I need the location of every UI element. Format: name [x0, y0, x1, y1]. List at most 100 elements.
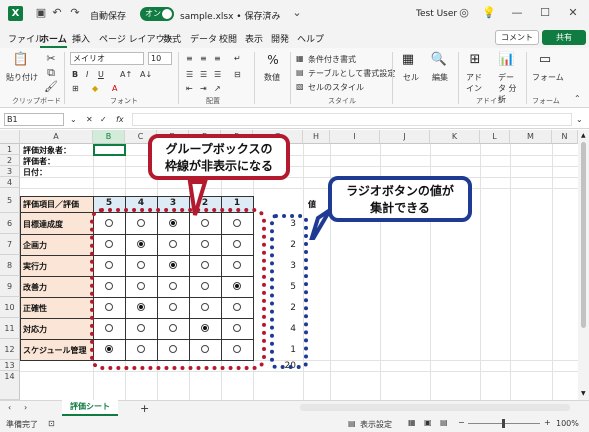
chevron-down-icon[interactable]: ⌄: [290, 6, 304, 20]
row-header-5[interactable]: 5: [0, 188, 20, 213]
bold-icon[interactable]: B: [72, 70, 78, 79]
enter-icon[interactable]: ✓: [100, 115, 107, 124]
cancel-icon[interactable]: ✕: [86, 115, 93, 124]
form-button[interactable]: フォーム: [532, 72, 564, 83]
scroll-thumb[interactable]: [581, 142, 586, 328]
tab-next-icon[interactable]: ›: [24, 403, 27, 412]
align-center-icon[interactable]: ☰: [200, 70, 207, 79]
align-left-icon[interactable]: ☰: [186, 70, 193, 79]
name-box[interactable]: B1: [4, 113, 64, 126]
user-name[interactable]: Test User: [416, 9, 457, 19]
menu-developer[interactable]: 開発: [271, 32, 289, 45]
accessibility-icon[interactable]: ⊡: [48, 419, 55, 428]
name-box-chevron-icon[interactable]: ⌄: [70, 115, 77, 124]
fx-icon[interactable]: fx: [116, 115, 124, 124]
row-header-10[interactable]: 10: [0, 297, 20, 318]
selected-cell-b1[interactable]: [93, 144, 126, 156]
scroll-up-icon[interactable]: ▲: [581, 132, 586, 139]
table-format-button[interactable]: テーブルとして書式設定: [308, 68, 395, 79]
document-title[interactable]: sample.xlsx • 保存済み: [180, 9, 280, 22]
align-top-icon[interactable]: ≡: [186, 54, 193, 63]
col-header-M[interactable]: M: [510, 130, 552, 144]
font-size-select[interactable]: 10: [148, 52, 172, 65]
zoom-out-icon[interactable]: −: [458, 418, 465, 427]
lightbulb-icon[interactable]: 💡: [482, 6, 496, 20]
save-icon[interactable]: ▣: [34, 6, 48, 20]
col-header-N[interactable]: N: [552, 130, 578, 144]
italic-icon[interactable]: I: [86, 70, 88, 79]
wrap-text-icon[interactable]: ↵: [234, 54, 241, 63]
row-header-8[interactable]: 8: [0, 255, 20, 276]
cell-style-button[interactable]: セルのスタイル: [308, 82, 364, 93]
conditional-format-icon[interactable]: ▦: [296, 54, 304, 63]
maximize-icon[interactable]: ☐: [538, 6, 552, 20]
orientation-icon[interactable]: ↗: [214, 84, 221, 93]
paste-button-label[interactable]: 貼り付け: [6, 72, 38, 83]
menu-home[interactable]: ホーム: [40, 32, 67, 48]
menu-formulas[interactable]: 数式: [163, 32, 181, 45]
undo-icon[interactable]: ↶: [50, 6, 64, 20]
sheet-tab-evaluation[interactable]: 評価シート: [62, 400, 118, 416]
display-settings-icon[interactable]: ▤: [348, 419, 356, 428]
cell-button[interactable]: セル: [403, 72, 419, 83]
align-middle-icon[interactable]: ≡: [200, 54, 207, 63]
minimize-icon[interactable]: —: [510, 6, 524, 20]
formula-input[interactable]: [132, 113, 572, 126]
row-header-12[interactable]: 12: [0, 339, 20, 360]
row-header-14[interactable]: 14: [0, 371, 20, 400]
ribbon-collapse-icon[interactable]: ⌃: [574, 94, 581, 103]
col-header-K[interactable]: K: [430, 130, 480, 144]
select-all-corner[interactable]: [0, 130, 20, 144]
fill-color-icon[interactable]: ◆: [92, 84, 98, 93]
col-header-H[interactable]: H: [303, 130, 330, 144]
menu-data[interactable]: データ: [190, 32, 217, 45]
col-header-A[interactable]: A: [20, 130, 93, 144]
avatar-icon[interactable]: ◎: [457, 6, 471, 20]
formula-expand-icon[interactable]: ⌄: [576, 115, 583, 124]
data-analysis-icon[interactable]: 📊: [498, 52, 516, 68]
menu-review[interactable]: 校閲: [219, 32, 237, 45]
row-header-7[interactable]: 7: [0, 234, 20, 255]
cell-icon[interactable]: ▦: [399, 52, 417, 68]
table-format-icon[interactable]: ▤: [296, 68, 304, 77]
font-name-select[interactable]: メイリオ: [70, 52, 144, 65]
menu-file[interactable]: ファイル: [8, 32, 44, 45]
font-color-icon[interactable]: A: [112, 84, 117, 93]
copy-icon[interactable]: ⧉: [44, 66, 58, 80]
addin-button[interactable]: アド イン: [466, 72, 486, 94]
worksheet-grid[interactable]: A B C D E F G H I J K L M N 1 2 3 4 5 6 …: [0, 130, 578, 400]
row-header-1[interactable]: 1: [0, 144, 20, 155]
col-header-B[interactable]: B: [93, 130, 125, 144]
row-header-2[interactable]: 2: [0, 155, 20, 166]
page-layout-view-icon[interactable]: ▣: [424, 418, 432, 427]
edit-button[interactable]: 編集: [432, 72, 448, 83]
row-header-9[interactable]: 9: [0, 276, 20, 297]
indent-decrease-icon[interactable]: ⇤: [186, 84, 193, 93]
autosave-toggle[interactable]: オン: [140, 7, 174, 21]
redo-icon[interactable]: ↷: [68, 6, 82, 20]
font-grow-icon[interactable]: A↑: [120, 70, 132, 79]
number-format-button[interactable]: 数値: [264, 72, 280, 83]
normal-view-icon[interactable]: ▦: [408, 418, 416, 427]
merge-icon[interactable]: ⊟: [234, 70, 241, 79]
indent-increase-icon[interactable]: ⇥: [200, 84, 207, 93]
share-button[interactable]: 共有: [542, 30, 586, 45]
font-shrink-icon[interactable]: A↓: [140, 70, 152, 79]
addin-icon[interactable]: ⊞: [466, 52, 484, 68]
menu-help[interactable]: ヘルプ: [297, 32, 324, 45]
col-header-I[interactable]: I: [330, 130, 380, 144]
align-bottom-icon[interactable]: ≡: [214, 54, 221, 63]
conditional-format-button[interactable]: 条件付き書式: [308, 54, 356, 65]
row-header-6[interactable]: 6: [0, 213, 20, 234]
display-settings-button[interactable]: 表示設定: [360, 419, 392, 430]
col-header-J[interactable]: J: [380, 130, 430, 144]
align-right-icon[interactable]: ☰: [214, 70, 221, 79]
underline-icon[interactable]: U: [98, 70, 104, 79]
row-header-13[interactable]: 13: [0, 360, 20, 371]
zoom-slider-thumb[interactable]: [502, 419, 505, 428]
menu-insert[interactable]: 挿入: [72, 32, 90, 45]
row-header-3[interactable]: 3: [0, 166, 20, 177]
zoom-in-icon[interactable]: +: [544, 418, 551, 427]
percent-icon[interactable]: %: [264, 52, 282, 68]
form-icon[interactable]: ▭: [536, 52, 554, 68]
